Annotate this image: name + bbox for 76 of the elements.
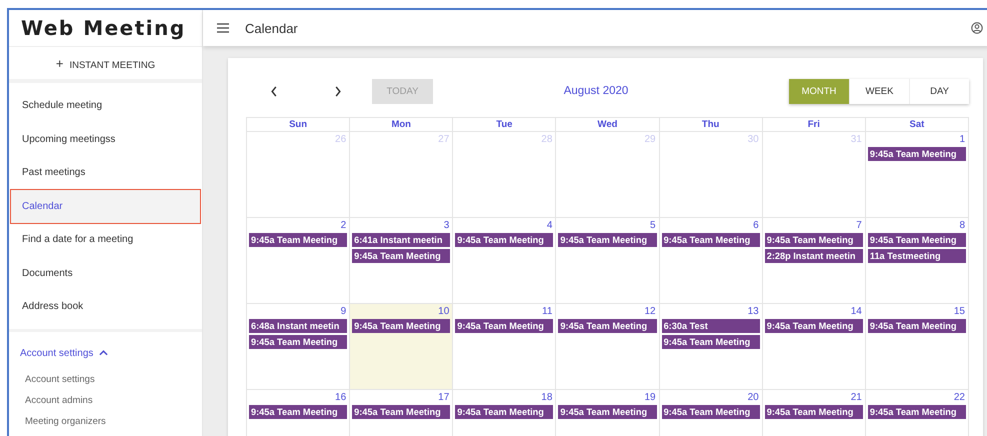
sidebar-item[interactable]: Documents bbox=[11, 256, 200, 290]
day-number: 5 bbox=[649, 219, 657, 233]
weekday-header: Sat bbox=[866, 118, 969, 132]
day-number: 21 bbox=[850, 391, 863, 405]
day-number: 2 bbox=[340, 219, 348, 233]
calendar-event[interactable]: 6:41a Instant meetin bbox=[352, 233, 450, 247]
weekday-header: Fri bbox=[762, 118, 866, 132]
day-number: 8 bbox=[958, 219, 966, 233]
day-number: 22 bbox=[952, 391, 966, 405]
day-number: 16 bbox=[334, 391, 348, 405]
calendar-event[interactable]: 9:45a Team Meeting bbox=[455, 405, 554, 419]
calendar-event[interactable]: 9:45a Team Meeting bbox=[662, 335, 760, 349]
account-settings-toggle[interactable]: Account settings bbox=[9, 338, 202, 368]
day-number: 20 bbox=[746, 391, 760, 405]
day-number: 6 bbox=[752, 219, 760, 233]
calendar-event[interactable]: 6:48a Instant meetin bbox=[249, 319, 348, 333]
calendar-event[interactable]: 9:45a Team Meeting bbox=[764, 319, 863, 333]
day-number: 15 bbox=[952, 305, 966, 319]
day-number: 10 bbox=[437, 305, 450, 319]
sidebar-item[interactable]: Schedule meeting bbox=[11, 89, 200, 122]
page-title: Calendar bbox=[245, 20, 299, 36]
menu-icon[interactable] bbox=[217, 23, 229, 33]
calendar-event[interactable]: 9:45a Team Meeting bbox=[764, 233, 863, 247]
weekday-header: Mon bbox=[350, 118, 454, 132]
day-number: 7 bbox=[855, 219, 863, 233]
day-number: 12 bbox=[643, 305, 657, 319]
month-title: August 2020 bbox=[562, 85, 630, 97]
calendar-event[interactable]: 9:45a Team Meeting bbox=[352, 249, 450, 263]
day-number: 9 bbox=[340, 305, 348, 319]
account-icon[interactable] bbox=[971, 22, 983, 34]
day-number: 4 bbox=[546, 219, 554, 233]
calendar-event[interactable]: 9:45a Team Meeting bbox=[558, 405, 657, 419]
day-number: 19 bbox=[643, 391, 657, 405]
calendar-event[interactable]: 9:45a Team Meeting bbox=[352, 319, 450, 333]
calendar-event[interactable]: 9:45a Team Meeting bbox=[249, 335, 348, 349]
calendar-event[interactable]: 9:45a Team Meeting bbox=[868, 319, 966, 333]
sidebar-subitem[interactable]: Account settings bbox=[9, 368, 202, 390]
calendar-event[interactable]: 9:45a Team Meeting bbox=[455, 233, 554, 247]
day-number: 13 bbox=[746, 305, 760, 319]
calendar-event[interactable]: 6:30a Test bbox=[662, 319, 760, 333]
view-tab[interactable]: DAY bbox=[909, 78, 969, 104]
sidebar-item[interactable]: Find a date for a meeting bbox=[11, 223, 200, 256]
weekday-header: Wed bbox=[556, 118, 660, 132]
sidebar-item[interactable]: Past meetings bbox=[11, 156, 200, 190]
calendar-event[interactable]: 2:28p Instant meetin bbox=[764, 249, 863, 263]
calendar-event[interactable]: 9:45a Team Meeting bbox=[868, 233, 966, 247]
calendar-event[interactable]: 9:45a Team Meeting bbox=[662, 233, 760, 247]
sidebar-item[interactable]: Address book bbox=[11, 290, 200, 324]
sidebar-item[interactable]: Upcoming meetingss bbox=[11, 122, 200, 156]
day-number: 1 bbox=[958, 133, 966, 147]
day-number: 14 bbox=[850, 305, 863, 319]
day-number: 3 bbox=[442, 219, 450, 233]
calendar-event[interactable]: 9:45a Team Meeting bbox=[455, 319, 554, 333]
calendar-event[interactable]: 9:45a Team Meeting bbox=[868, 405, 966, 419]
chevron-icon bbox=[99, 350, 108, 356]
view-tab[interactable]: WEEK bbox=[849, 78, 909, 104]
sidebar-subitem[interactable]: Account admins bbox=[9, 390, 202, 410]
weekday-header: Tue bbox=[453, 118, 556, 132]
sidebar-item[interactable]: Calendar bbox=[11, 190, 200, 223]
day-number: 17 bbox=[437, 391, 450, 405]
day-number: 11 bbox=[541, 305, 554, 319]
calendar-event[interactable]: 9:45a Team Meeting bbox=[868, 147, 966, 161]
calendar-event[interactable]: 9:45a Team Meeting bbox=[249, 233, 348, 247]
previous-icon[interactable] bbox=[270, 86, 278, 96]
calendar-event[interactable]: 9:45a Team Meeting bbox=[662, 405, 760, 419]
calendar-event[interactable]: 9:45a Team Meeting bbox=[352, 405, 450, 419]
calendar-event[interactable]: 9:45a Team Meeting bbox=[558, 319, 657, 333]
calendar-event[interactable]: 9:45a Team Meeting bbox=[558, 233, 657, 247]
calendar-event[interactable]: 11a Testmeeting bbox=[868, 249, 966, 263]
sidebar-subitem[interactable]: Meeting organizers bbox=[9, 410, 202, 432]
day-number: 18 bbox=[540, 391, 554, 405]
weekday-header: Sun bbox=[247, 118, 350, 132]
calendar-event[interactable]: 9:45a Team Meeting bbox=[764, 405, 863, 419]
weekday-header: Thu bbox=[660, 118, 763, 132]
next-icon[interactable] bbox=[334, 86, 342, 96]
calendar-event[interactable]: 9:45a Team Meeting bbox=[249, 405, 348, 419]
